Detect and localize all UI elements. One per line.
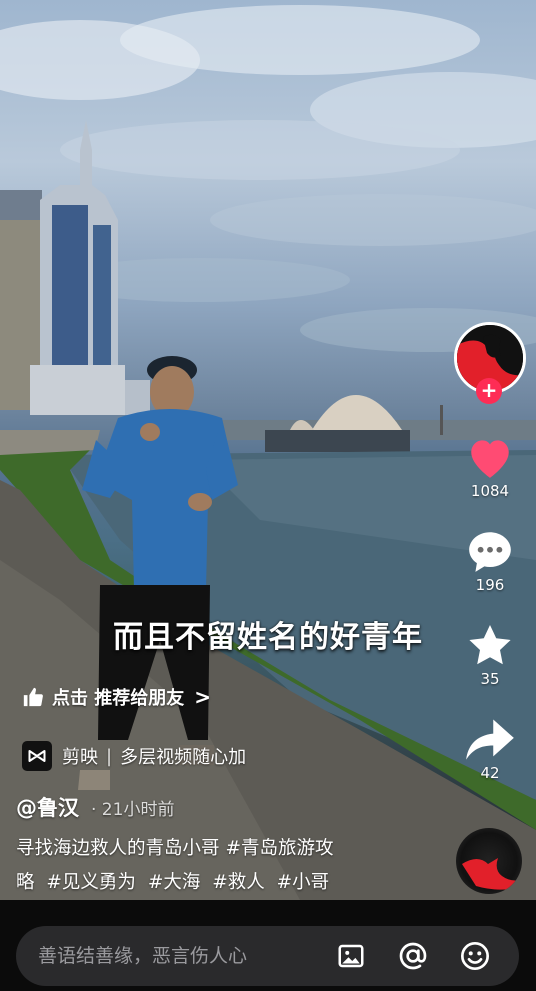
description-line-2: 略 #见义勇为 #大海 #救人 #小哥 xyxy=(16,866,416,900)
hashtag[interactable]: #救人 xyxy=(212,872,265,893)
comment-bar xyxy=(16,926,519,986)
recommend-to-friends[interactable]: 点击 推荐给朋友 > xyxy=(22,680,211,714)
share-icon xyxy=(466,719,514,760)
capcut-app-name: 剪映 xyxy=(62,747,98,768)
author-line: @鲁汉 · 21小时前 xyxy=(16,792,174,822)
thumb-up-icon xyxy=(23,687,43,707)
capcut-separator: | xyxy=(106,745,113,767)
action-sidebar: + 1084 196 35 42 xyxy=(454,322,526,782)
comment-count: 196 xyxy=(475,576,505,594)
recommend-label: 点击 推荐给朋友 xyxy=(52,688,185,709)
description-line-1: 寻找海边救人的青岛小哥 #青岛旅游攻 xyxy=(16,832,416,866)
capcut-promo[interactable]: 剪映 | 多层视频随心加 xyxy=(22,738,246,774)
video-description: 寻找海边救人的青岛小哥 #青岛旅游攻 略 #见义勇为 #大海 #救人 #小哥 xyxy=(16,832,416,900)
capcut-logo-icon xyxy=(22,741,52,771)
capcut-slogan: 多层视频随心加 xyxy=(120,747,247,768)
description-text: 略 xyxy=(16,872,35,893)
follow-button[interactable]: + xyxy=(476,378,502,404)
hashtag[interactable]: #见义勇为 xyxy=(46,872,136,893)
video-player[interactable]: 而且不留姓名的好青年 点击 推荐给朋友 > 剪映 | 多层视频随心加 @鲁汉 ·… xyxy=(0,0,536,900)
image-icon[interactable] xyxy=(333,938,369,974)
hashtag[interactable]: #青岛旅游攻 xyxy=(226,838,334,859)
star-icon xyxy=(469,625,511,665)
heart-icon xyxy=(471,440,509,478)
description-text: 寻找海边救人的青岛小哥 xyxy=(16,838,220,859)
share-count: 42 xyxy=(480,764,500,782)
favorite-count: 35 xyxy=(480,670,500,688)
hashtag[interactable]: #小哥 xyxy=(277,872,330,893)
share-action[interactable]: 42 xyxy=(454,716,526,782)
music-disc[interactable] xyxy=(456,828,522,894)
favorite-action[interactable]: 35 xyxy=(454,622,526,688)
chevron-right-icon: > xyxy=(194,685,212,709)
hashtag[interactable]: #大海 xyxy=(148,872,201,893)
author-avatar-wrap: + xyxy=(454,322,526,404)
comment-action[interactable]: 196 xyxy=(454,528,526,594)
post-time: · 21小时前 xyxy=(91,800,175,820)
like-action[interactable]: 1084 xyxy=(454,434,526,500)
comment-input[interactable] xyxy=(16,944,333,968)
author-name[interactable]: @鲁汉 xyxy=(16,792,79,822)
emoji-icon[interactable] xyxy=(457,938,493,974)
like-count: 1084 xyxy=(470,482,510,500)
comment-icon xyxy=(469,532,511,572)
at-icon[interactable] xyxy=(395,938,431,974)
